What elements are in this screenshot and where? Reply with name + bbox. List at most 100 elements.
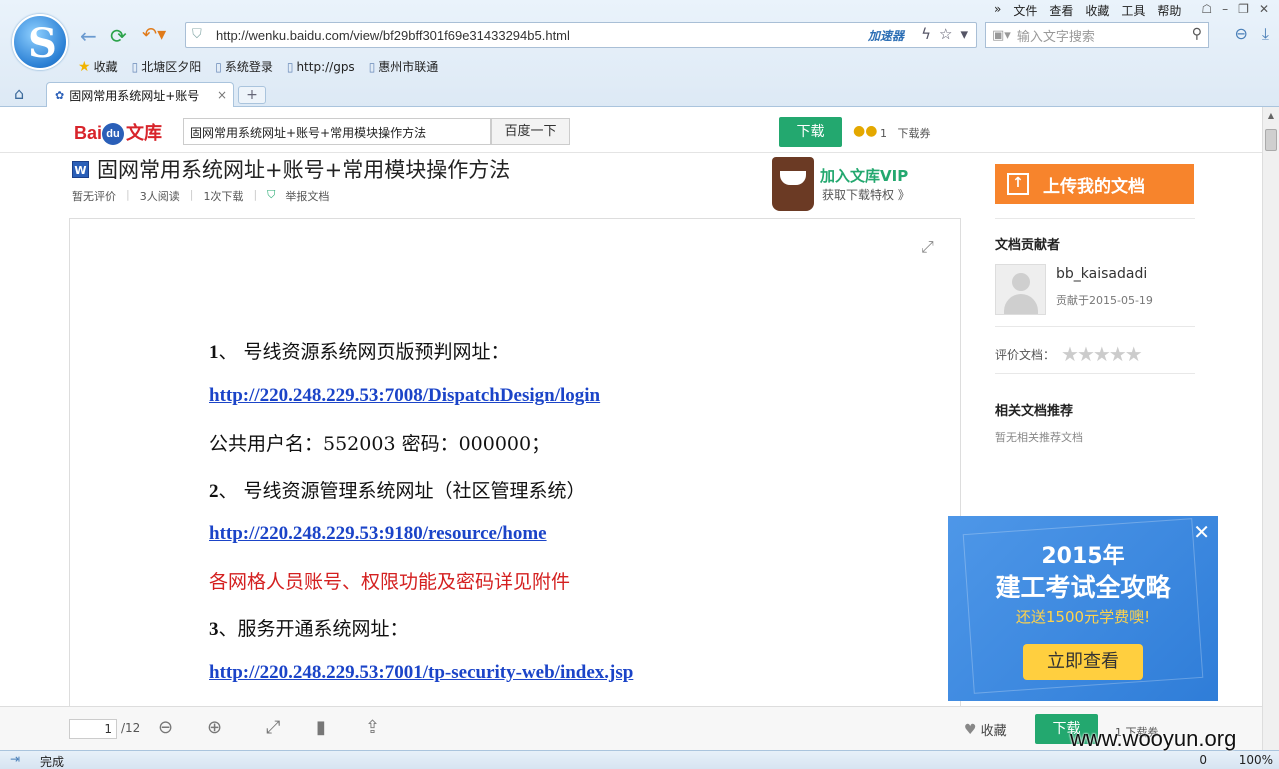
refresh-icon[interactable]: ⟳ (110, 24, 127, 48)
menu-help[interactable]: 帮助 (1157, 2, 1181, 19)
zoom-level[interactable]: 100% (1239, 753, 1273, 767)
word-doc-icon: W (72, 160, 89, 178)
ad-banner[interactable]: ✕ 2015年 建工考试全攻略 还送1500元学费噢! 立即查看 (948, 516, 1218, 701)
fav-collect[interactable]: ★ 收藏 (78, 58, 118, 75)
bookmark-icon[interactable]: ▮ (316, 717, 326, 738)
page-total: /12 (121, 721, 141, 735)
lightning-icon[interactable]: ϟ (921, 25, 931, 43)
ad-cta-button[interactable]: 立即查看 (1023, 644, 1143, 680)
contributor-name[interactable]: bb_kaisadadi (1056, 266, 1147, 282)
baidu-search-button[interactable]: 百度一下 (491, 118, 570, 145)
close-icon[interactable]: ✕ (1259, 2, 1269, 19)
tab-title: 固网常用系统网址+账号 (69, 88, 200, 103)
fullscreen-icon[interactable]: ⤢ (921, 237, 934, 257)
browser-search-placeholder: 输入文字搜索 (1016, 29, 1095, 45)
coin-icon: ●● (853, 123, 878, 139)
status-count: 0 (1199, 753, 1207, 767)
collect-button[interactable]: ♥ 收藏 (964, 720, 1007, 740)
report-shield-icon: ⛉ (267, 188, 276, 201)
menu-file[interactable]: 文件 (1013, 2, 1037, 19)
doc-line-4: 2、 号线资源管理系统网址（社区管理系统） (209, 480, 586, 502)
menu-bar: » 文件 查看 收藏 工具 帮助 ☖ – ❐ ✕ (994, 2, 1269, 19)
rating-status: 暂无评价 (72, 190, 116, 203)
vertical-scrollbar[interactable]: ▲ (1262, 107, 1279, 750)
search-engine-icon[interactable]: ▣▾ (992, 28, 1011, 43)
status-bar: ⇥ 完成 0 100% (0, 750, 1279, 769)
vip-banner[interactable]: 加入文库VIP 获取下载特权 》 (770, 157, 950, 213)
home-icon[interactable]: ⌂ (14, 84, 24, 103)
scroll-thumb[interactable] (1265, 129, 1277, 151)
sogou-browser-logo[interactable]: S (12, 14, 68, 70)
avatar[interactable] (995, 264, 1046, 315)
fav-item[interactable]: ▯ http://gps (287, 58, 355, 75)
scroll-up-icon[interactable]: ▲ (1263, 107, 1279, 124)
fav-item[interactable]: ▯ 北塘区夕阳 (132, 58, 202, 75)
wenku-search-input[interactable]: 固网常用系统网址+账号+常用模块操作方法 (183, 118, 491, 145)
doc-line-1: 1、 号线资源系统网页版预判网址： (209, 341, 510, 363)
report-link[interactable]: 举报文档 (285, 188, 329, 204)
coin-count: 1 (880, 127, 887, 140)
doc-meta: 暂无评价 | 3人阅读 | 1次下载 | ⛉ 举报文档 (72, 188, 330, 204)
menu-more-icon[interactable]: » (994, 2, 1001, 19)
baidu-paw-icon: ✿ (55, 88, 65, 102)
read-count: 3人阅读 (139, 190, 180, 203)
address-url[interactable]: http://wenku.baidu.com/view/bf29bff301f6… (216, 28, 570, 43)
related-heading: 相关文档推荐 (995, 404, 1074, 419)
wenku-header: Bai du 文库 固网常用系统网址+账号+常用模块操作方法 百度一下 下载 ●● … (0, 107, 1262, 153)
fav-item[interactable]: ▯ 惠州市联通 (369, 58, 439, 75)
new-tab-button[interactable]: + (238, 86, 266, 104)
vip-title: 加入文库VIP (820, 167, 909, 185)
menu-view[interactable]: 查看 (1049, 2, 1073, 19)
browser-search-box[interactable]: ▣▾ 输入文字搜索 ⚲ (985, 22, 1209, 48)
page-number-input[interactable]: 1 (69, 719, 117, 739)
doc-line-3: 公共用户名：552003 密码：000000； (209, 433, 551, 455)
rating-row: 评价文档： ★★★★★ (995, 342, 1143, 366)
upload-icon: ↑ (1007, 173, 1029, 195)
page-icon: ▯ (368, 59, 376, 74)
upload-doc-button[interactable]: ↑ 上传我的文档 (995, 164, 1194, 204)
restore-icon[interactable]: ❐ (1238, 2, 1249, 19)
menu-tools[interactable]: 工具 (1121, 2, 1145, 19)
back-arrow-icon[interactable]: ← (80, 24, 97, 48)
favorites-bar: ★ 收藏 ▯ 北塘区夕阳 ▯ 系统登录 ▯ http://gps ▯ 惠州市联通 (78, 58, 438, 75)
tab-close-icon[interactable]: × (217, 88, 227, 102)
baidu-wenku-logo[interactable]: Bai du 文库 (74, 119, 162, 146)
tab-active[interactable]: ✿ 固网常用系统网址+账号 × (46, 82, 234, 107)
doc-link-dispatch[interactable]: http://220.248.229.53:7008/DispatchDesig… (209, 385, 600, 406)
doc-title: 固网常用系统网址+账号+常用模块操作方法 (97, 158, 511, 182)
download-button[interactable]: 下载 (779, 117, 842, 147)
vip-subtitle: 获取下载特权 》 (822, 188, 910, 202)
ad-title: 建工考试全攻略 (995, 573, 1171, 602)
address-bar[interactable]: ⛉ http://wenku.baidu.com/view/bf29bff301… (185, 22, 977, 48)
share-icon[interactable]: ⇪ (365, 717, 380, 738)
search-icon[interactable]: ⚲ (1192, 26, 1202, 42)
minimize-icon[interactable]: – (1222, 2, 1228, 19)
more-tools-icon[interactable]: ⊖ (1235, 24, 1248, 44)
sidebar-toggle-icon[interactable]: ⇥ (10, 752, 20, 766)
accelerator-label[interactable]: 加速器 (868, 27, 904, 44)
contributor-heading: 文档贡献者 (995, 238, 1061, 253)
ad-subtitle: 还送1500元学费噢! (1015, 608, 1151, 626)
rating-stars-icon[interactable]: ★★★★★ (1061, 342, 1143, 366)
download-count: 1次下载 (203, 190, 244, 203)
rating-label: 评价文档： (995, 347, 1056, 362)
skin-icon[interactable]: ☖ (1201, 2, 1212, 19)
bookmark-star-icon[interactable]: ☆ (939, 25, 952, 43)
doc-link-security[interactable]: http://220.248.229.53:7001/tp-security-w… (209, 662, 633, 683)
zoom-out-icon[interactable]: ⊖ (158, 717, 173, 738)
fit-screen-icon[interactable]: ⤢ (266, 717, 280, 738)
star-icon: ★ (78, 58, 91, 75)
dropdown-icon[interactable]: ▾ (960, 25, 968, 43)
fav-item[interactable]: ▯ 系统登录 (215, 58, 273, 75)
ad-year: 2015年 (1041, 544, 1125, 569)
page-icon: ▯ (215, 59, 222, 74)
status-text: 完成 (40, 755, 65, 769)
undo-close-icon[interactable]: ↶▾ (142, 24, 166, 45)
zoom-in-icon[interactable]: ⊕ (207, 717, 222, 738)
browser-chrome: S » 文件 查看 收藏 工具 帮助 ☖ – ❐ ✕ ← ⟳ ↶▾ ⛉ http… (0, 0, 1279, 107)
download-manager-icon[interactable]: ⤓ (1262, 24, 1269, 44)
doc-link-resource[interactable]: http://220.248.229.53:9180/resource/home (209, 523, 547, 544)
coin-label: 下载券 (897, 127, 931, 140)
menu-favorites[interactable]: 收藏 (1085, 2, 1109, 19)
related-empty: 暂无相关推荐文档 (995, 431, 1083, 444)
